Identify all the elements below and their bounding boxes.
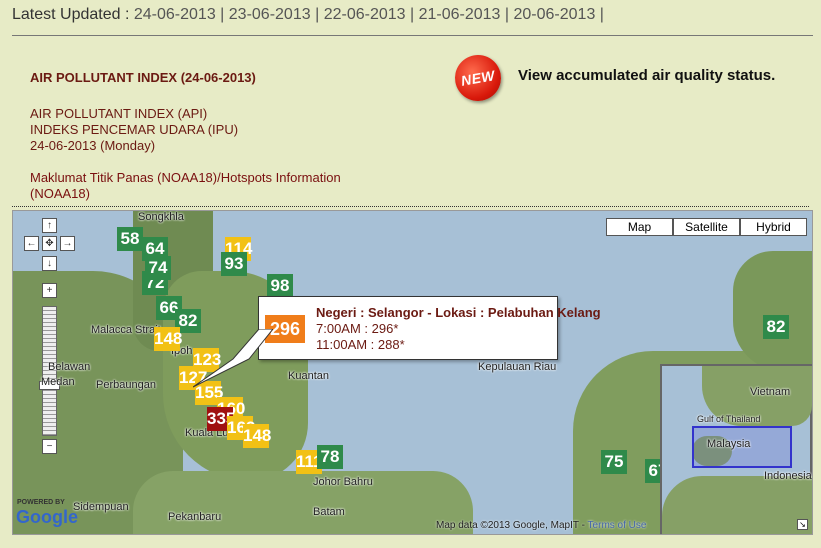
pan-center-icon[interactable]: ✥ <box>42 236 57 251</box>
date-link-0[interactable]: 24-06-2013 <box>134 6 216 23</box>
latest-updated-bar: Latest Updated : 24-06-2013 | 23-06-2013… <box>12 6 604 24</box>
map-type-map-button[interactable]: Map <box>606 218 673 236</box>
map-type-satellite-button[interactable]: Satellite <box>673 218 740 236</box>
api-marker[interactable]: 58 <box>117 227 143 251</box>
pan-up-icon[interactable]: ↑ <box>42 218 57 233</box>
place-label: Medan <box>41 376 75 388</box>
info-window: 296 Negeri : Selangor - Lokasi : Pelabuh… <box>258 296 601 360</box>
date-link-2[interactable]: 22-06-2013 <box>324 6 406 23</box>
info-reading-11am: 11:00AM : 288* <box>316 337 405 352</box>
info-window-pointer <box>193 329 273 388</box>
new-badge-text: NEW <box>459 67 497 89</box>
overview-map[interactable]: Vietnam Gulf of Thailand Malaysia Indone… <box>660 364 812 534</box>
accumulated-status-link[interactable]: View accumulated air quality status. <box>518 67 775 84</box>
place-label: Perbaungan <box>96 379 156 391</box>
api-marker[interactable]: 78 <box>317 445 343 469</box>
map-type-hybrid-button[interactable]: Hybrid <box>740 218 807 236</box>
zoom-out-icon[interactable]: − <box>42 439 57 454</box>
api-marker[interactable]: 148 <box>243 424 271 448</box>
place-label: Songkhla <box>138 211 184 223</box>
powered-by-label: POWERED BY <box>17 499 65 506</box>
api-info: AIR POLLUTANT INDEX (API) INDEKS PENCEMA… <box>30 106 238 154</box>
page-heading: AIR POLLUTANT INDEX (24-06-2013) <box>30 70 256 85</box>
separator: | <box>504 6 510 23</box>
separator: | <box>599 6 604 23</box>
separator: | <box>220 6 225 23</box>
place-label: Indonesia <box>764 470 812 482</box>
land-sabah <box>733 251 812 371</box>
terms-of-use-link[interactable]: Terms of Use <box>588 520 647 531</box>
hotspot-link[interactable]: Maklumat Titik Panas (NOAA18)/Hotspots I… <box>30 170 390 202</box>
pan-down-icon[interactable]: ↓ <box>42 256 57 271</box>
place-label: Batam <box>313 506 345 518</box>
latest-updated-label: Latest Updated : <box>12 6 130 23</box>
pan-right-icon[interactable]: → <box>60 236 75 251</box>
api-title-ms: INDEKS PENCEMAR UDARA (IPU) <box>30 122 239 137</box>
zoom-in-icon[interactable]: + <box>42 283 57 298</box>
place-label: Gulf of Thailand <box>697 414 761 424</box>
place-label: Kepulauan Riau <box>478 361 557 373</box>
api-marker[interactable]: 93 <box>221 252 247 276</box>
separator: | <box>409 6 415 23</box>
api-marker[interactable]: 98 <box>267 274 293 298</box>
place-label: Vietnam <box>750 386 791 398</box>
api-title-en: AIR POLLUTANT INDEX (API) <box>30 106 208 121</box>
place-label: Johor Bahru <box>313 476 373 488</box>
api-marker[interactable]: 75 <box>601 450 627 474</box>
place-label: Belawan <box>48 361 91 373</box>
separator: | <box>315 6 320 23</box>
api-marker[interactable]: 148 <box>154 327 182 351</box>
api-marker[interactable]: 82 <box>763 315 789 339</box>
land-indonesia-mini <box>662 476 812 534</box>
land-riau <box>133 471 473 534</box>
date-link-1[interactable]: 23-06-2013 <box>229 6 311 23</box>
pan-left-icon[interactable]: ← <box>24 236 39 251</box>
google-logo[interactable]: Google <box>16 507 78 528</box>
dotted-divider <box>12 206 809 207</box>
place-label: Kuantan <box>288 370 329 382</box>
info-title: Negeri : Selangor - Lokasi : Pelabuhan K… <box>316 305 601 320</box>
date-link-4[interactable]: 20-06-2013 <box>514 6 596 23</box>
place-label: Malaysia <box>707 438 751 450</box>
collapse-overview-icon[interactable]: ↘ <box>797 519 808 530</box>
place-label: Sidempuan <box>73 501 129 513</box>
info-reading-7am: 7:00AM : 296* <box>316 321 399 336</box>
place-label: Pekanbaru <box>168 511 222 523</box>
date-link-3[interactable]: 21-06-2013 <box>419 6 501 23</box>
api-date: 24-06-2013 (Monday) <box>30 138 156 153</box>
new-badge-icon[interactable]: NEW <box>451 51 505 105</box>
api-marker[interactable]: 74 <box>145 256 171 280</box>
place-label: Malacca Strait <box>91 324 161 336</box>
map-type-control: Map Satellite Hybrid <box>606 218 807 236</box>
map-view[interactable]: Map Satellite Hybrid ↑ ← ✥ → ↓ + − Songk… <box>12 210 813 535</box>
map-copyright: Map data ©2013 Google, MapIT - Terms of … <box>436 520 646 531</box>
header-divider <box>12 35 813 36</box>
copyright-text: Map data ©2013 Google, MapIT - <box>436 520 585 531</box>
